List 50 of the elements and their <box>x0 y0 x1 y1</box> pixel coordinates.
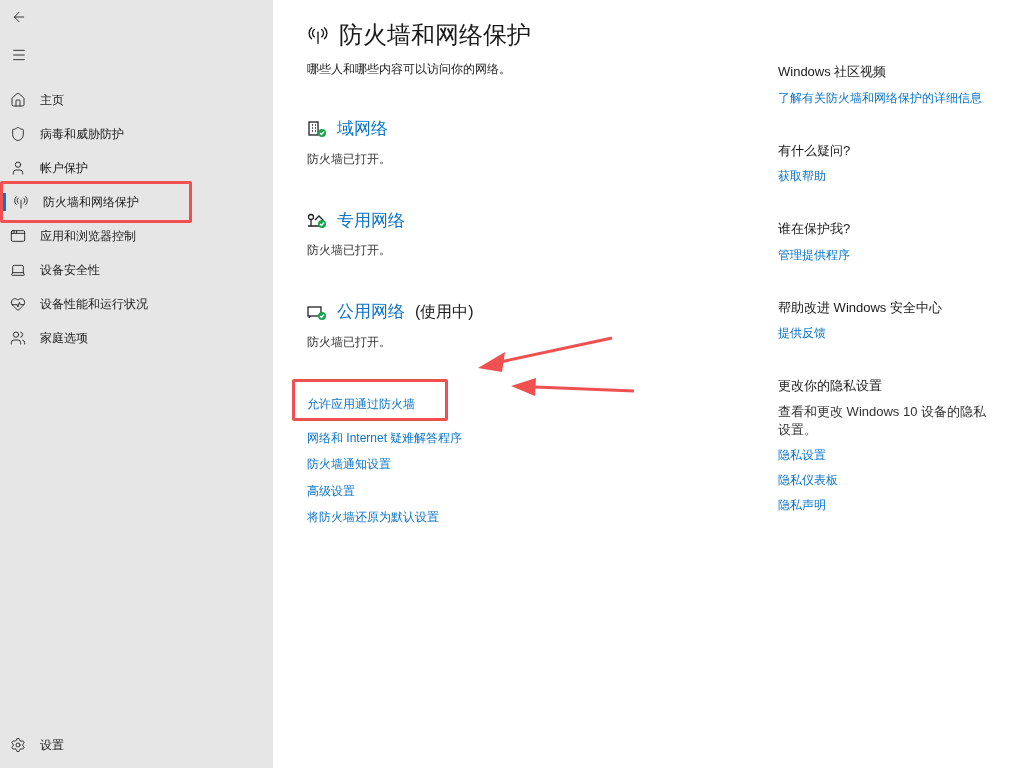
people-icon <box>10 330 26 346</box>
settings-link[interactable]: 防火墙通知设置 <box>307 455 391 474</box>
settings-link[interactable]: 将防火墙还原为默认设置 <box>307 508 439 527</box>
aside-heading: 有什么疑问? <box>778 141 851 160</box>
sidebar-item[interactable]: 主页 <box>0 83 273 117</box>
sidebar-item[interactable]: 帐户保护 <box>0 151 273 185</box>
page-subtitle: 哪些人和哪些内容可以访问你的网络。 <box>307 61 512 78</box>
firewall-status: 防火墙已打开。 <box>307 333 391 351</box>
selection-bar <box>3 193 6 211</box>
heart-pulse-icon <box>10 296 26 312</box>
sidebar-item[interactable]: 设备性能和运行状况 <box>0 287 273 321</box>
home-icon <box>10 92 26 108</box>
house-icon <box>307 211 327 230</box>
aside-heading: Windows 社区视频 <box>778 63 887 81</box>
aside-link[interactable]: 提供反馈 <box>778 324 826 342</box>
settings-link[interactable]: 允许应用通过防火墙 <box>307 396 415 411</box>
building-icon <box>307 119 327 138</box>
firewall-status: 防火墙已打开。 <box>307 242 391 259</box>
person-icon <box>10 160 26 176</box>
aside-link[interactable]: 隐私仪表板 <box>778 470 838 489</box>
back-icon <box>11 9 27 25</box>
settings-item[interactable]: 设置 <box>0 728 273 762</box>
aside-heading: 谁在保护我? <box>778 220 851 238</box>
aside-link[interactable]: 了解有关防火墙和网络保护的详细信息 <box>778 88 982 107</box>
shield-icon <box>10 126 26 142</box>
menu-icon <box>11 47 27 63</box>
antenna-icon <box>13 194 29 210</box>
aside-text: 查看和更改 Windows 10 设备的隐私设置。 <box>778 402 988 439</box>
in-use-label: (使用中) <box>415 301 474 322</box>
page-title: 防火墙和网络保护 <box>339 20 531 50</box>
sidebar-item[interactable]: 家庭选项 <box>0 321 273 355</box>
firewall-status: 防火墙已打开。 <box>307 150 391 168</box>
window-icon <box>10 228 26 244</box>
network-link[interactable]: 专用网络 <box>337 207 405 233</box>
aside-link[interactable]: 获取帮助 <box>778 167 826 185</box>
aside-link[interactable]: 管理提供程序 <box>778 245 850 264</box>
antenna-icon <box>307 24 329 46</box>
settings-link[interactable]: 高级设置 <box>307 481 355 500</box>
sidebar-item[interactable]: 设备安全性 <box>0 253 273 287</box>
aside-heading: 帮助改进 Windows 安全中心 <box>778 298 942 317</box>
settings-link[interactable]: 网络和 Internet 疑难解答程序 <box>307 428 463 447</box>
network-link[interactable]: 域网络 <box>337 116 388 142</box>
laptop-icon <box>10 262 26 278</box>
aside-link[interactable]: 隐私声明 <box>778 495 826 514</box>
network-link[interactable]: 公用网络 <box>337 299 405 325</box>
sidebar-item[interactable]: 病毒和威胁防护 <box>0 117 273 151</box>
aside-link[interactable]: 隐私设置 <box>778 445 826 464</box>
sidebar-item[interactable]: 应用和浏览器控制 <box>0 219 273 253</box>
aside-heading: 更改你的隐私设置 <box>778 377 882 395</box>
settings-icon <box>10 737 26 753</box>
